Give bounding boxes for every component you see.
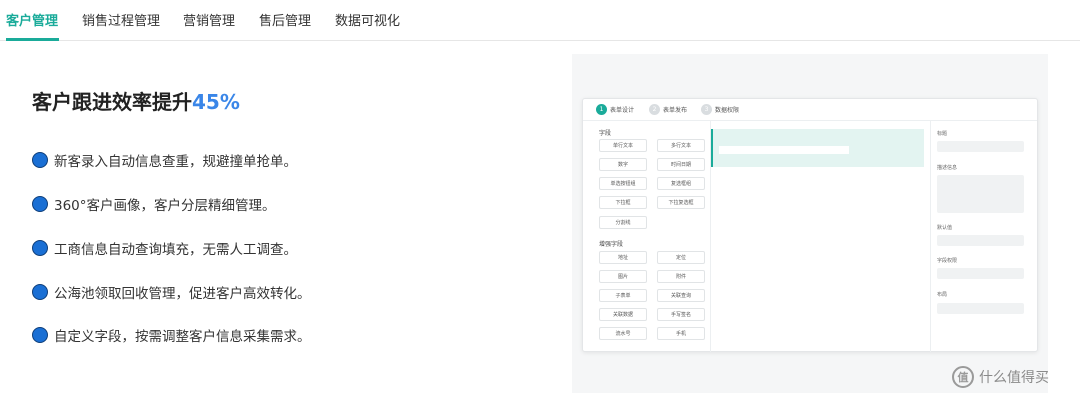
enhanced-field-item[interactable]: 附件 (657, 270, 705, 283)
step-label: 数据权限 (715, 107, 740, 114)
enhanced-field-item[interactable]: 子表单 (599, 289, 647, 302)
prop-label: 布局 (937, 292, 948, 298)
prop-label: 默认值 (937, 225, 953, 231)
prop-label: 标题 (937, 131, 948, 137)
prop-input[interactable] (937, 235, 1024, 246)
step-number: 3 (701, 104, 712, 115)
feature-item: 360°客户画像，客户分层精细管理。 (32, 194, 276, 214)
headline: 客户跟进效率提升45% (32, 86, 240, 115)
bullet-dot-icon (32, 327, 48, 343)
feature-text: 公海池领取回收管理，促进客户高效转化。 (54, 286, 311, 302)
prop-input[interactable] (937, 141, 1024, 152)
bullet-dot-icon (32, 284, 48, 300)
form-designer-window: 1 表单设计 2 表单发布 3 数据权限 字段 单行文本 多行文本 数字 时间日… (582, 98, 1038, 352)
headline-highlight: 45% (192, 90, 240, 114)
prop-textarea[interactable] (937, 175, 1024, 213)
tab-after-sales[interactable]: 售后管理 (259, 10, 311, 29)
bullet-dot-icon (32, 240, 48, 256)
field-palette: 字段 单行文本 多行文本 数字 时间日期 单选按钮组 复选框组 下拉框 下拉复选… (583, 121, 711, 352)
tab-marketing[interactable]: 营销管理 (183, 10, 235, 29)
enhanced-group-label: 增强字段 (599, 241, 624, 248)
enhanced-field-item[interactable]: 关联查询 (657, 289, 705, 302)
feature-item: 公海池领取回收管理，促进客户高效转化。 (32, 282, 311, 302)
prop-input[interactable] (937, 268, 1024, 279)
tab-customer-management[interactable]: 客户管理 (6, 10, 58, 29)
feature-text: 新客录入自动信息查重，规避撞单抢单。 (54, 154, 297, 170)
enhanced-field-item[interactable]: 手机 (657, 327, 705, 340)
headline-text: 客户跟进效率提升 (32, 90, 192, 114)
form-designer-preview: 1 表单设计 2 表单发布 3 数据权限 字段 单行文本 多行文本 数字 时间日… (572, 54, 1048, 393)
step-form-design[interactable]: 1 表单设计 (596, 104, 634, 115)
step-label: 表单设计 (610, 107, 635, 114)
field-item[interactable]: 时间日期 (657, 158, 705, 171)
tab-sales-process[interactable]: 销售过程管理 (82, 10, 160, 29)
bullet-dot-icon (32, 196, 48, 212)
watermark: 值 什么值得买 (952, 366, 1049, 388)
tab-data-visualization[interactable]: 数据可视化 (335, 10, 400, 29)
step-number: 1 (596, 104, 607, 115)
prop-label: 描述信息 (937, 165, 958, 171)
feature-text: 自定义字段，按需调整客户信息采集需求。 (54, 329, 311, 345)
field-item[interactable]: 分割线 (599, 216, 647, 229)
watermark-logo-icon: 值 (952, 366, 974, 388)
step-label: 表单发布 (663, 107, 688, 114)
field-item[interactable]: 下拉复选框 (657, 196, 705, 209)
canvas-input-placeholder (719, 146, 849, 154)
step-data-permission[interactable]: 3 数据权限 (701, 104, 739, 115)
feature-item: 自定义字段，按需调整客户信息采集需求。 (32, 325, 311, 345)
field-item[interactable]: 数字 (599, 158, 647, 171)
enhanced-field-item[interactable]: 关联数据 (599, 308, 647, 321)
enhanced-field-item[interactable]: 图片 (599, 270, 647, 283)
form-canvas-selected-field[interactable] (711, 129, 924, 167)
field-item[interactable]: 单选按钮组 (599, 177, 647, 190)
active-tab-indicator (6, 38, 59, 41)
watermark-text: 什么值得买 (979, 370, 1049, 386)
enhanced-field-item[interactable]: 手写签名 (657, 308, 705, 321)
field-item[interactable]: 单行文本 (599, 139, 647, 152)
feature-item: 工商信息自动查询填充，无需人工调查。 (32, 238, 297, 258)
step-number: 2 (649, 104, 660, 115)
field-group-label: 字段 (599, 130, 612, 137)
feature-text: 工商信息自动查询填充，无需人工调查。 (54, 242, 297, 258)
prop-input[interactable] (937, 303, 1024, 314)
prop-label: 字段权限 (937, 258, 958, 264)
step-bar: 1 表单设计 2 表单发布 3 数据权限 (583, 99, 1037, 121)
field-item[interactable]: 下拉框 (599, 196, 647, 209)
field-item[interactable]: 复选框组 (657, 177, 705, 190)
field-item[interactable]: 多行文本 (657, 139, 705, 152)
property-panel: 标题 描述信息 默认值 字段权限 布局 (930, 121, 1039, 352)
feature-text: 360°客户画像，客户分层精细管理。 (54, 198, 276, 214)
enhanced-field-item[interactable]: 流水号 (599, 327, 647, 340)
enhanced-field-item[interactable]: 地址 (599, 251, 647, 264)
feature-item: 新客录入自动信息查重，规避撞单抢单。 (32, 150, 297, 170)
top-tab-bar: 客户管理 销售过程管理 营销管理 售后管理 数据可视化 (0, 0, 1080, 41)
bullet-dot-icon (32, 152, 48, 168)
step-form-publish[interactable]: 2 表单发布 (649, 104, 687, 115)
enhanced-field-item[interactable]: 定位 (657, 251, 705, 264)
